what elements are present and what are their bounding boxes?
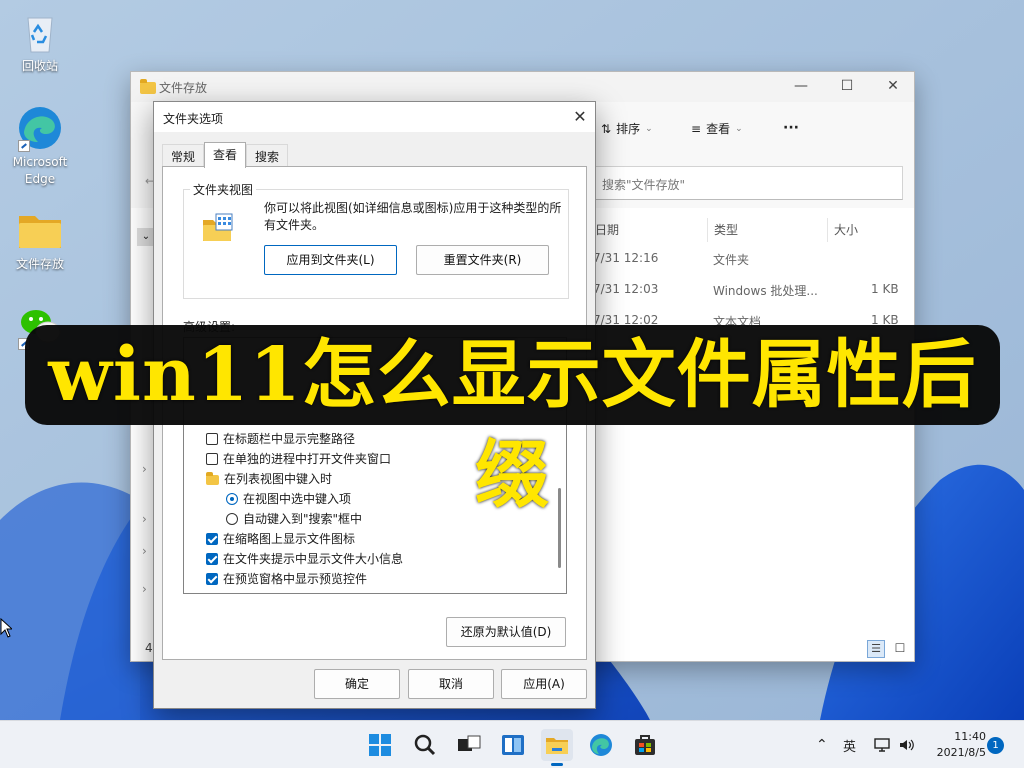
store-icon[interactable] (629, 729, 661, 761)
column-header-date[interactable]: 日期 (589, 218, 707, 242)
more-icon: ··· (783, 120, 799, 136)
caption-banner: win11怎么显示文件属性后缀 (25, 325, 1000, 518)
edge-icon (16, 104, 64, 152)
search-input[interactable]: 搜索"文件存放" (593, 166, 903, 200)
shortcut-arrow-icon (18, 140, 30, 152)
item-count: 4 (145, 641, 153, 655)
setting-label: 在预览窗格中显示预览控件 (223, 572, 368, 586)
setting-thumbnail-icon[interactable]: 在缩略图上显示文件图标 (206, 529, 355, 549)
cancel-button[interactable]: 取消 (408, 669, 494, 699)
chevron-down-icon: ⌄ (735, 123, 743, 134)
row-type: Windows 批处理... (713, 284, 818, 298)
desktop-icon-folder[interactable]: 文件存放 (8, 206, 72, 273)
desktop-icon-edge[interactable]: Microsoft Edge (8, 104, 72, 188)
caption-text: win11怎么显示文件属性后缀 (48, 332, 977, 518)
search-icon[interactable] (409, 729, 441, 761)
folder-view-group: 文件夹视图 你可以将此视图(如详细信息或图标)应用于这种类型的所有文件夹。 应用… (183, 181, 569, 299)
network-icon[interactable] (873, 721, 891, 768)
setting-preview-handlers[interactable]: 在预览窗格中显示预览控件 (206, 569, 367, 589)
volume-icon[interactable] (898, 721, 916, 768)
nav-chevron-icon[interactable]: › (142, 544, 147, 558)
setting-label: 在文件夹提示中显示文件大小信息 (223, 552, 404, 566)
sort-label: 排序 (616, 122, 641, 136)
dialog-tabs: 常规 查看 搜索 (162, 142, 289, 168)
checkbox[interactable] (206, 533, 218, 545)
file-explorer-icon[interactable] (541, 729, 573, 766)
folder-view-icon (203, 213, 233, 241)
view-button[interactable]: ≡ 查看 ⌄ (691, 120, 743, 137)
input-method-indicator[interactable]: 英 (843, 721, 856, 768)
row-type: 文件夹 (713, 253, 750, 267)
mouse-cursor-icon (0, 617, 14, 641)
nav-chevron-icon[interactable]: › (142, 582, 147, 596)
apply-button[interactable]: 应用(A) (501, 669, 587, 699)
folder-icon (140, 79, 156, 94)
row-date: 7/31 12:03 (593, 282, 659, 296)
clock-time: 11:40 (954, 730, 986, 743)
window-title: 文件存放 (159, 81, 208, 95)
tab-view[interactable]: 查看 (204, 142, 247, 168)
folder-view-description: 你可以将此视图(如详细信息或图标)应用于这种类型的所有文件夹。 (264, 201, 562, 232)
column-header-type[interactable]: 类型 (707, 218, 827, 242)
dialog-title-bar[interactable]: 文件夹选项 ✕ (154, 102, 595, 132)
sort-button[interactable]: ⇅ 排序 ⌄ (601, 120, 653, 137)
clock-date: 2021/8/5 (936, 746, 986, 759)
column-header-size[interactable]: 大小 (827, 218, 907, 242)
active-app-indicator (551, 763, 563, 766)
checkbox[interactable] (206, 573, 218, 585)
chevron-down-icon: ⌄ (645, 123, 653, 134)
view-icon: ≡ (691, 121, 702, 136)
reset-folders-button[interactable]: 重置文件夹(R) (416, 245, 549, 275)
more-options-button[interactable]: ··· (783, 120, 799, 136)
checkbox[interactable] (206, 553, 218, 565)
tiles-view-icon[interactable]: ☐ (891, 640, 909, 658)
desktop-icon-label: 回收站 (21, 59, 58, 73)
edge-icon[interactable] (585, 729, 617, 761)
maximize-button[interactable]: ☐ (824, 72, 870, 102)
view-label: 查看 (706, 122, 731, 136)
folder-icon (16, 206, 64, 254)
notification-badge[interactable]: 1 (987, 737, 1004, 754)
row-size: 1 KB (871, 282, 899, 296)
show-hidden-icons-button[interactable]: ⌃ (816, 721, 828, 768)
close-icon[interactable]: ✕ (565, 102, 595, 132)
task-view-icon[interactable] (453, 729, 485, 761)
start-icon[interactable] (364, 729, 396, 761)
tab-general[interactable]: 常规 (162, 144, 205, 167)
desktop-icon-label: 文件存放 (15, 257, 64, 271)
tab-search[interactable]: 搜索 (246, 144, 289, 167)
close-button[interactable]: ✕ (870, 72, 916, 102)
setting-folder-size-tips[interactable]: 在文件夹提示中显示文件大小信息 (206, 549, 403, 569)
ok-button[interactable]: 确定 (314, 669, 400, 699)
minimize-button[interactable]: — (778, 72, 824, 102)
dialog-title: 文件夹选项 (163, 112, 224, 126)
apply-to-folders-button[interactable]: 应用到文件夹(L) (264, 245, 397, 275)
folder-view-label: 文件夹视图 (190, 181, 257, 198)
taskbar: ⌃ 英 11:40 2021/8/5 1 (0, 720, 1024, 768)
widgets-icon[interactable] (497, 729, 529, 761)
sort-icon: ⇅ (601, 121, 612, 136)
details-view-icon[interactable]: ☰ (867, 640, 885, 658)
row-date: 7/31 12:16 (593, 251, 659, 265)
setting-label: 在缩略图上显示文件图标 (223, 532, 356, 546)
clock[interactable]: 11:40 2021/8/5 (928, 729, 986, 761)
desktop-icon-recycle-bin[interactable]: 回收站 (8, 8, 72, 75)
desktop-icon-label: Microsoft Edge (12, 155, 68, 186)
explorer-title-bar[interactable]: 文件存放 — ☐ ✕ (131, 72, 914, 102)
restore-defaults-button[interactable]: 还原为默认值(D) (446, 617, 566, 647)
recycle-bin-icon (16, 8, 64, 56)
